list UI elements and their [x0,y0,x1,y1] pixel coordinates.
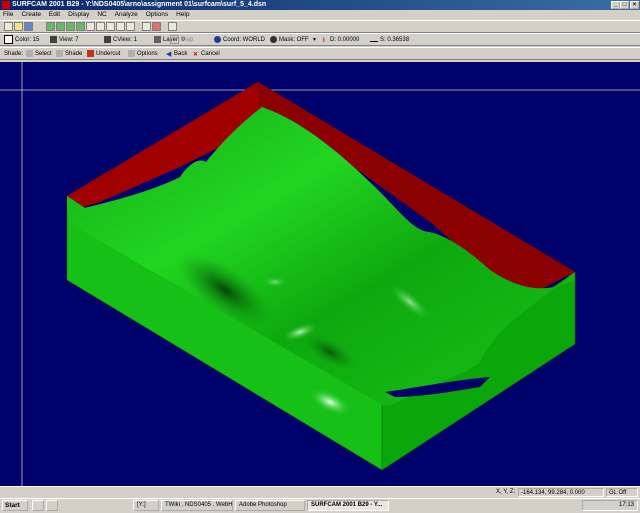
color-swatch-icon [4,35,13,44]
save-icon[interactable] [24,22,33,31]
tool-icon[interactable] [142,22,151,31]
menu-help[interactable]: Help [173,10,192,20]
viewport-3d[interactable] [0,62,640,486]
window-title: SURFCAM 2001 B29 - Y:\NDS0405\arno\assig… [12,1,267,8]
options-icon [128,49,135,57]
view-icon [50,35,57,43]
menu-nc[interactable]: NC [94,10,109,20]
cview-icon [104,35,111,43]
task-twiki[interactable]: TWiki . NDS0405 . WebHo... [161,500,233,511]
shade-button[interactable]: Shade [56,49,82,59]
task-photoshop[interactable]: Adobe Photoshop [235,500,305,511]
xyz-label: X, Y, Z: [496,489,516,495]
task-y-drive[interactable]: [Y:] [133,500,159,511]
settings-toolbar: Color: 15 View: 7 CView: 1 Layer: 0 Trap… [0,33,640,46]
system-tray: 17:13 [582,500,638,511]
color-field[interactable]: Color: 15 [4,35,39,45]
trap-icon [170,35,179,44]
mask-dropdown-icon[interactable]: ▾ [313,35,316,45]
menu-display[interactable]: Display [65,10,92,20]
app-icon [2,1,10,9]
coordinate-readout: -164.134, 99.284, 0.000 [518,488,604,497]
cancel-x-icon: ✕ [193,51,199,58]
undercut-icon [87,49,94,57]
shade-label: Shade: [4,51,24,57]
undercut-button[interactable]: Undercut [87,49,120,59]
open-file-icon[interactable] [14,22,23,31]
menu-options[interactable]: Options [143,10,171,20]
mask-icon [270,35,277,43]
window-icon[interactable] [168,22,177,31]
depth-icon: I [323,37,325,44]
pan-icon[interactable] [66,22,75,31]
coord-field[interactable]: Coord: WORLD [214,35,265,45]
menu-analyze[interactable]: Analyze [112,10,141,20]
taskbar: Start [Y:] TWiki . NDS0405 . WebHo... Ad… [0,498,640,513]
menu-edit[interactable]: Edit [46,10,63,20]
main-toolbar [0,20,640,33]
select-button[interactable]: Select [26,49,52,59]
options-button[interactable]: Options [128,49,158,59]
task-surfcam[interactable]: SURFCAM 2001 B29 - Y... [307,500,389,511]
mask-field[interactable]: Mask: OFF [270,35,309,45]
cancel-button[interactable]: ✕ Cancel [193,49,220,59]
cut-icon[interactable] [152,22,161,31]
shade-toolbar: Shade: Select Shade Undercut Options ◀ Ba… [0,47,640,60]
trap-field[interactable]: Trap [170,35,193,45]
cview-field[interactable]: CView: 1 [104,35,137,45]
select-icon [26,49,33,57]
menu-create[interactable]: Create [18,10,44,20]
zoom-icon[interactable] [46,22,55,31]
new-file-icon[interactable] [4,22,13,31]
menu-file[interactable]: File [0,10,16,20]
maximize-button[interactable]: □ [620,1,629,9]
zoom-window-icon[interactable] [56,22,65,31]
close-button[interactable]: × [630,1,639,9]
step-icon [370,37,378,42]
redraw-icon[interactable] [86,22,95,31]
menu-bar: File Create Edit Display NC Analyze Opti… [0,10,640,20]
wireframe-icon[interactable] [116,22,125,31]
title-bar: SURFCAM 2001 B29 - Y:\NDS0405\arno\assig… [0,0,640,10]
rotate-icon[interactable] [96,22,105,31]
hide-icon[interactable] [126,22,135,31]
layer-icon [154,35,161,43]
start-button[interactable]: Start [2,500,28,511]
shade-icon[interactable] [106,22,115,31]
fit-icon[interactable] [76,22,85,31]
shade-icon [56,49,63,57]
globe-icon [214,35,221,43]
quicklaunch-ie-icon[interactable] [46,500,58,511]
quicklaunch-desktop-icon[interactable] [32,500,44,511]
depth-field[interactable]: I D: 0.00000 [323,35,359,45]
view-field[interactable]: View: 7 [50,35,79,45]
back-arrow-icon: ◀ [166,50,172,58]
shaded-model-render [0,62,640,486]
back-button[interactable]: ◀ Back [166,49,187,59]
gl-status: GL Off [606,488,638,497]
clock: 17:13 [618,502,634,508]
minimize-button[interactable]: _ [611,1,620,9]
step-field[interactable]: S: 0.36538 [370,35,409,45]
